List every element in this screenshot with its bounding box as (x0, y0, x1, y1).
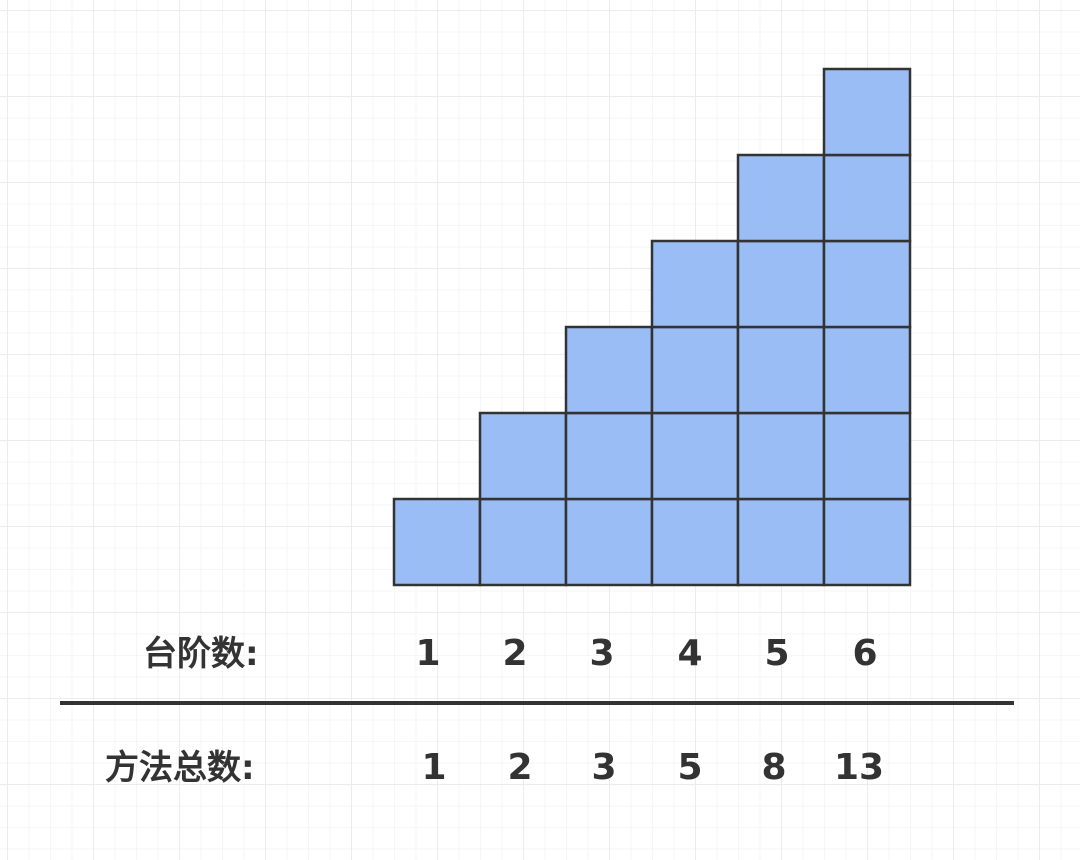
stair-block (650, 411, 740, 501)
step-number: 3 (589, 633, 615, 674)
stair-block (650, 497, 740, 587)
stair-block (564, 497, 654, 587)
step-number: 4 (677, 633, 703, 674)
stair-block (822, 153, 912, 243)
stair-block (736, 325, 826, 415)
ways-count: 13 (833, 747, 885, 788)
stair-block (564, 325, 654, 415)
ways-count: 1 (421, 747, 447, 788)
stair-block (822, 411, 912, 501)
ways-count: 3 (591, 747, 617, 788)
stair-block (822, 67, 912, 157)
ways-count: 2 (507, 747, 533, 788)
stair-block (822, 497, 912, 587)
step-number: 2 (502, 633, 528, 674)
stair-block (650, 239, 740, 329)
step-number: 6 (852, 633, 878, 674)
stair-block (478, 411, 568, 501)
ways-count: 5 (677, 747, 703, 788)
step-number: 1 (415, 633, 441, 674)
stair-block (822, 239, 912, 329)
stair-block (564, 411, 654, 501)
stair-block (478, 497, 568, 587)
ways-label: 方法总数: (105, 748, 255, 788)
step-number: 5 (764, 633, 790, 674)
divider-line (60, 701, 1014, 705)
stair-block (822, 325, 912, 415)
staircase-diagram (392, 67, 912, 587)
stair-block (736, 153, 826, 243)
stair-block (736, 411, 826, 501)
stair-block (736, 497, 826, 587)
steps-label: 台阶数: (143, 634, 259, 674)
stair-block (650, 325, 740, 415)
ways-count: 8 (761, 747, 787, 788)
stair-block (392, 497, 482, 587)
stair-block (736, 239, 826, 329)
